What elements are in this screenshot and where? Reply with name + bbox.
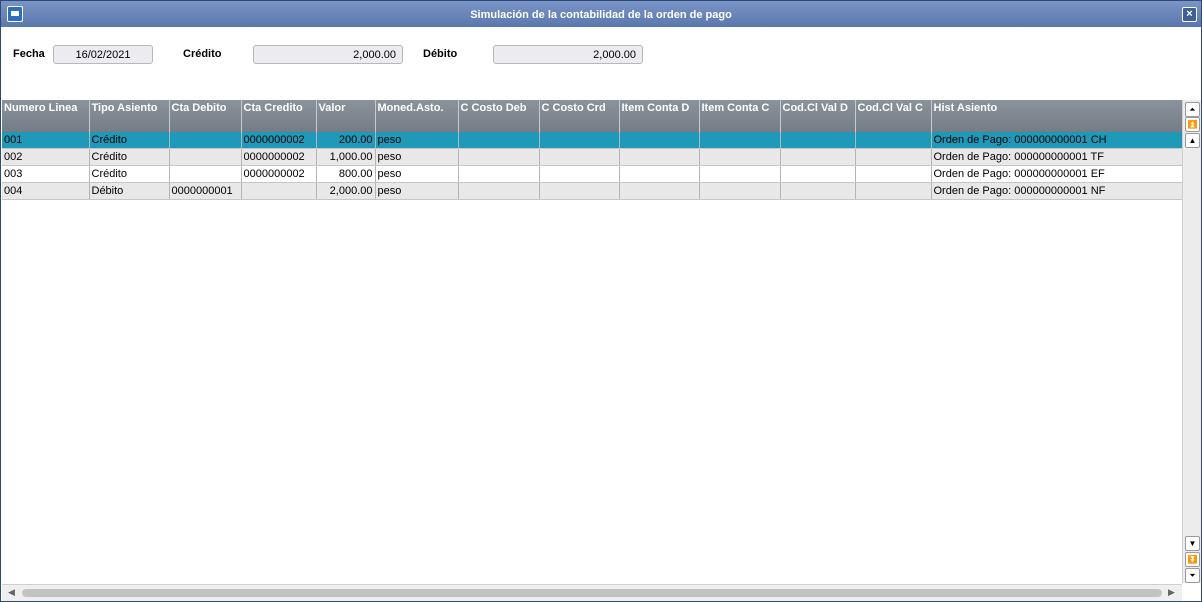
table-cell[interactable]: [539, 182, 620, 200]
dialog-window: Simulación de la contabilidad de la orde…: [0, 0, 1202, 602]
scroll-right-icon[interactable]: ▶: [1168, 587, 1175, 598]
table-cell[interactable]: 002: [2, 148, 90, 166]
summary-form: Fecha 16/02/2021 Crédito 2,000.00 Débito…: [1, 27, 1201, 97]
table-cell[interactable]: [458, 182, 540, 200]
table-cell[interactable]: 800.00: [316, 165, 376, 183]
column-header[interactable]: C Costo Crd: [539, 100, 620, 132]
credito-field[interactable]: 2,000.00: [253, 45, 403, 64]
table-cell[interactable]: Crédito: [89, 148, 170, 166]
column-header[interactable]: Cta Debito: [169, 100, 242, 132]
table-row[interactable]: 004 Débito 0000000001 2,000.00 peso Orden de …: [2, 182, 1182, 200]
table-cell[interactable]: [169, 148, 242, 166]
table-cell[interactable]: [780, 165, 856, 183]
table-cell[interactable]: [699, 132, 781, 149]
table-cell[interactable]: peso: [375, 132, 459, 149]
table-cell[interactable]: 0000000002: [241, 165, 317, 183]
table-cell[interactable]: [855, 132, 932, 149]
table-cell[interactable]: Orden de Pago: 000000000001 EF: [931, 165, 1182, 183]
scroll-thumb[interactable]: [22, 589, 1162, 597]
table-body: 001 Crédito 0000000002 200.00 peso Orden de P…: [2, 132, 1182, 200]
credito-label: Crédito: [183, 48, 222, 60]
table-cell[interactable]: [619, 165, 700, 183]
horizontal-scrollbar[interactable]: ◀ ▶: [2, 584, 1182, 601]
table-cell[interactable]: [169, 165, 242, 183]
table-row[interactable]: 003 Crédito 0000000002 800.00 peso Orden de P…: [2, 165, 1182, 183]
fecha-label: Fecha: [13, 48, 45, 60]
table-cell[interactable]: 0000000002: [241, 132, 317, 149]
table-cell[interactable]: Crédito: [89, 132, 170, 149]
column-header[interactable]: Cod.Cl Val C: [855, 100, 932, 132]
column-header[interactable]: Moned.Asto.: [375, 100, 459, 132]
table-cell[interactable]: [699, 165, 781, 183]
table-cell[interactable]: 001: [2, 132, 90, 149]
column-header[interactable]: Tipo Asiento: [89, 100, 170, 132]
table-cell[interactable]: [855, 165, 932, 183]
table-cell[interactable]: [855, 182, 932, 200]
close-icon[interactable]: ×: [1182, 7, 1197, 22]
table-cell[interactable]: 0000000002: [241, 148, 317, 166]
table-row[interactable]: 002 Crédito 0000000002 1,000.00 peso Orden de…: [2, 148, 1182, 166]
table-cell[interactable]: 0000000001: [169, 182, 242, 200]
table-cell[interactable]: [539, 132, 620, 149]
table-cell[interactable]: [699, 182, 781, 200]
page-up-icon[interactable]: ⏫: [1185, 117, 1200, 132]
title-bar: Simulación de la contabilidad de la orde…: [1, 1, 1201, 27]
table-cell[interactable]: Crédito: [89, 165, 170, 183]
double-chevron-down-icon[interactable]: ⏷: [1185, 568, 1200, 583]
table-cell[interactable]: Débito: [89, 182, 170, 200]
table-cell[interactable]: [458, 132, 540, 149]
window-icon[interactable]: [7, 6, 23, 22]
table-cell[interactable]: 004: [2, 182, 90, 200]
table-cell[interactable]: Orden de Pago: 000000000001 TF: [931, 148, 1182, 166]
table-cell[interactable]: [699, 148, 781, 166]
table-cell[interactable]: [458, 148, 540, 166]
double-chevron-up-icon[interactable]: ⏶: [1185, 102, 1200, 117]
table-cell[interactable]: 1,000.00: [316, 148, 376, 166]
table-cell[interactable]: peso: [375, 165, 459, 183]
table-cell[interactable]: peso: [375, 148, 459, 166]
debito-label: Débito: [423, 48, 458, 60]
table-cell[interactable]: Orden de Pago: 000000000001 CH: [931, 132, 1182, 149]
table-cell[interactable]: [619, 182, 700, 200]
table-cell[interactable]: [539, 165, 620, 183]
arrow-down-icon[interactable]: ▼: [1185, 536, 1200, 551]
table-row[interactable]: 001 Crédito 0000000002 200.00 peso Orden de P…: [2, 132, 1182, 149]
table-cell[interactable]: [539, 148, 620, 166]
fecha-field[interactable]: 16/02/2021: [53, 45, 153, 64]
accounting-grid: Numero Linea Tipo Asiento Cta Debito Cta…: [2, 100, 1182, 583]
table-cell[interactable]: [780, 132, 856, 149]
column-header[interactable]: C Costo Deb: [458, 100, 540, 132]
table-cell[interactable]: 200.00: [316, 132, 376, 149]
column-header[interactable]: Cta Credito: [241, 100, 317, 132]
scroll-left-icon[interactable]: ◀: [8, 587, 15, 598]
table-cell[interactable]: [780, 182, 856, 200]
column-header[interactable]: Item Conta D: [619, 100, 700, 132]
table-cell[interactable]: peso: [375, 182, 459, 200]
column-header[interactable]: Hist Asiento: [931, 100, 1182, 132]
debito-field[interactable]: 2,000.00: [493, 45, 643, 64]
table-cell[interactable]: 2,000.00: [316, 182, 376, 200]
column-header[interactable]: Item Conta C: [699, 100, 781, 132]
vertical-scrollbar[interactable]: ⏶ ⏫ ▲ ▼ ⏬ ⏷: [1182, 100, 1201, 583]
column-header[interactable]: Numero Linea: [2, 100, 90, 132]
column-header[interactable]: Cod.Cl Val D: [780, 100, 856, 132]
page-down-icon[interactable]: ⏬: [1185, 552, 1200, 567]
window-title: Simulación de la contabilidad de la orde…: [470, 9, 732, 21]
table-cell[interactable]: Orden de Pago: 000000000001 NF: [931, 182, 1182, 200]
table-cell[interactable]: [241, 182, 317, 200]
header-row: Numero Linea Tipo Asiento Cta Debito Cta…: [2, 100, 1182, 132]
table-cell[interactable]: [458, 165, 540, 183]
table-cell[interactable]: [619, 132, 700, 149]
table-cell[interactable]: [169, 132, 242, 149]
table-cell[interactable]: [855, 148, 932, 166]
column-header[interactable]: Valor: [316, 100, 376, 132]
arrow-up-icon[interactable]: ▲: [1185, 133, 1200, 148]
entries-table: Numero Linea Tipo Asiento Cta Debito Cta…: [2, 100, 1182, 200]
table-cell[interactable]: [780, 148, 856, 166]
table-cell[interactable]: [619, 148, 700, 166]
table-cell[interactable]: 003: [2, 165, 90, 183]
